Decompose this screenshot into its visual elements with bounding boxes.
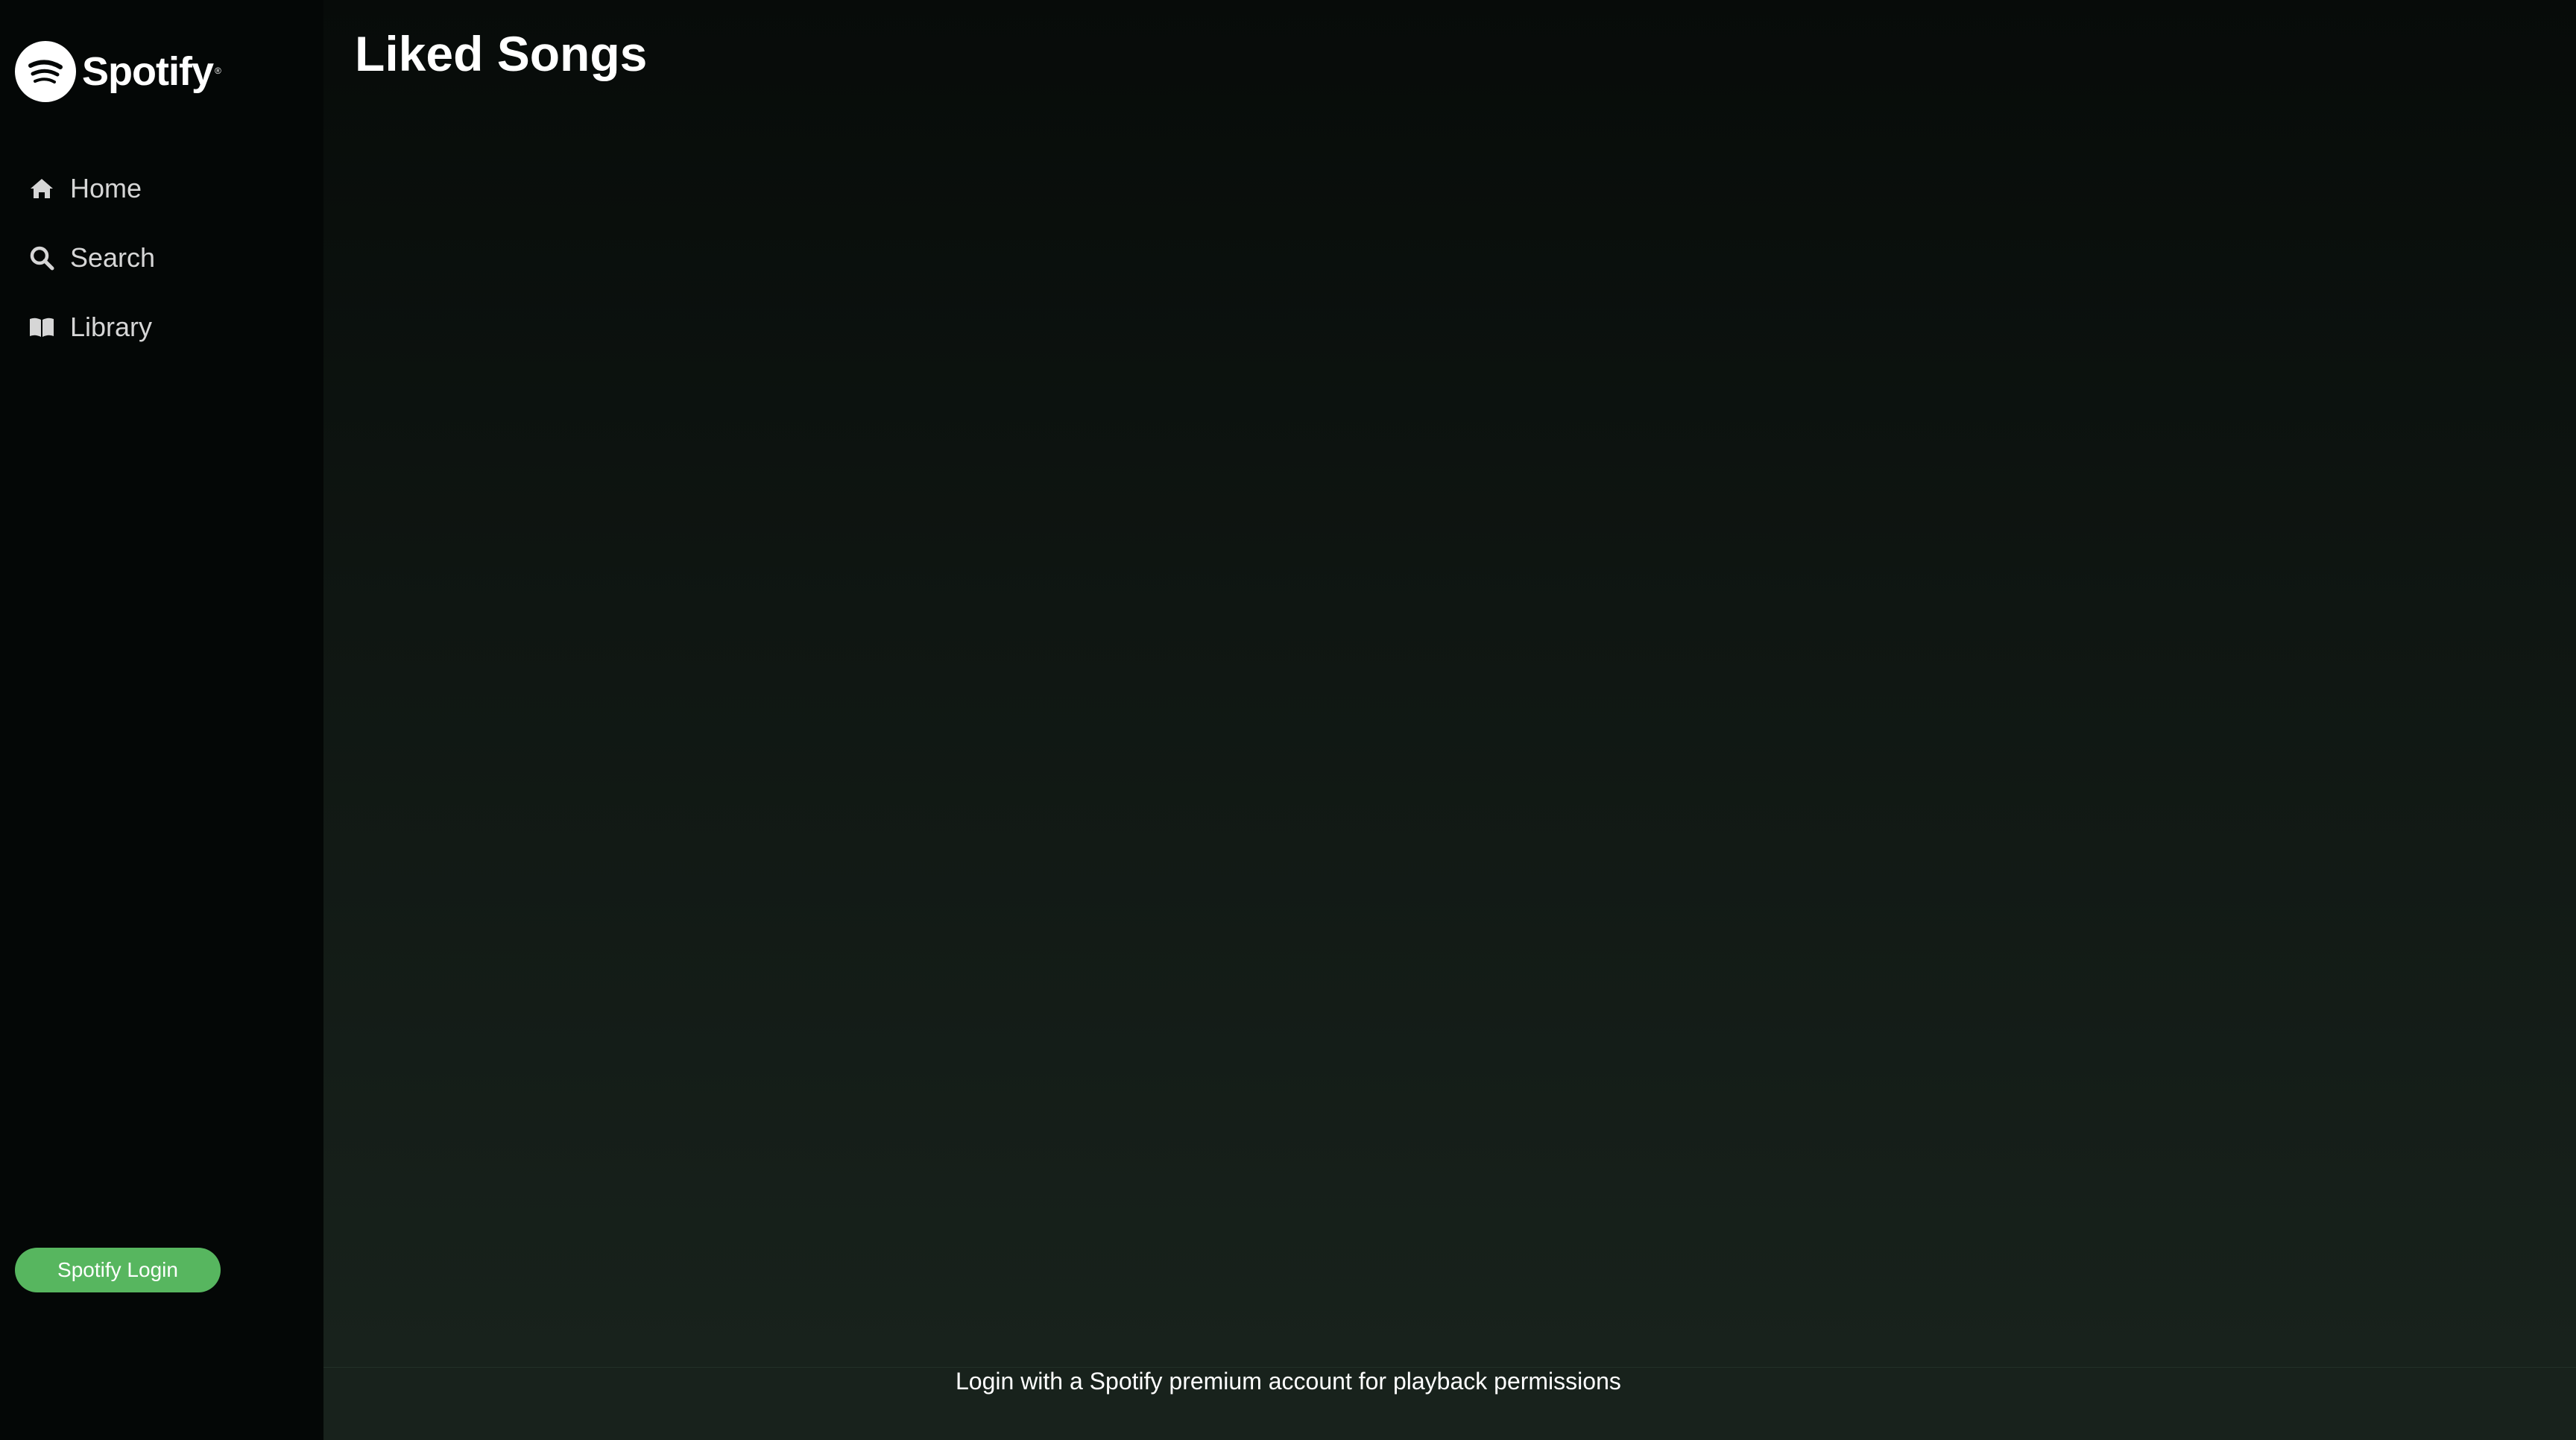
sidebar-item-label: Search [70,242,156,273]
sidebar: Spotify ® Home Search Library Spotify Lo… [0,0,323,1440]
spotify-login-button[interactable]: Spotify Login [15,1248,221,1292]
sidebar-item-home[interactable]: Home [28,165,155,212]
spotify-logo[interactable]: Spotify ® [15,40,221,103]
player-bar-main: Login with a Spotify premium account for… [323,1367,2576,1440]
spotify-logo-icon [15,41,76,102]
sidebar-item-label: Home [70,173,142,203]
sidebar-item-library[interactable]: Library [28,304,155,350]
search-icon [28,244,55,271]
library-icon [28,314,55,341]
sidebar-item-search[interactable]: Search [28,235,155,281]
brand-name: Spotify [82,49,214,94]
playback-permission-message: Login with a Spotify premium account for… [956,1368,1621,1395]
registered-mark: ® [215,66,221,76]
sidebar-item-label: Library [70,312,153,342]
main-content: Liked Songs [323,0,2576,1367]
app-window: Spotify ® Home Search Library Spotify Lo… [0,0,2576,1440]
page-title: Liked Songs [355,26,648,81]
player-bar: Login with a Spotify premium account for… [0,1367,2576,1440]
sidebar-nav: Home Search Library [28,165,155,373]
home-icon [28,175,55,202]
